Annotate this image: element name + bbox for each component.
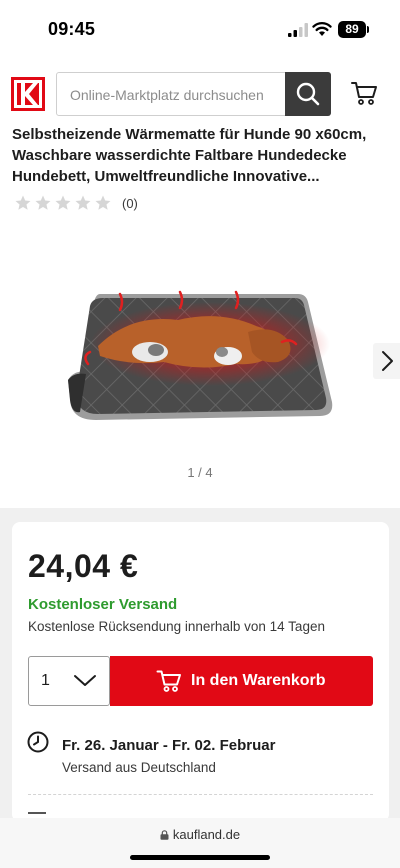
lock-icon	[160, 830, 169, 840]
search-placeholder: Online-Marktplatz durchsuchen	[70, 87, 264, 103]
product-rating[interactable]: (0)	[14, 193, 138, 213]
search-input[interactable]: Online-Marktplatz durchsuchen	[56, 72, 331, 116]
star-icon	[95, 195, 111, 210]
product-image[interactable]	[60, 280, 350, 430]
battery-icon: 89	[338, 21, 366, 38]
star-icon	[55, 195, 71, 210]
buy-box: 24,04 € Kostenloser Versand Kostenlose R…	[12, 522, 389, 822]
site-header: Online-Marktplatz durchsuchen	[0, 60, 400, 124]
browser-url-bar[interactable]: kaufland.de	[0, 818, 400, 868]
cart-icon	[156, 670, 181, 692]
rating-count: (0)	[122, 195, 138, 211]
quantity-value: 1	[41, 672, 50, 689]
status-time: 09:45	[48, 19, 96, 39]
add-to-cart-label: In den Warenkorb	[191, 672, 326, 689]
wifi-icon	[312, 22, 332, 36]
image-pager: 1 / 4	[187, 465, 213, 480]
add-to-cart-button[interactable]: In den Warenkorb	[110, 656, 373, 706]
star-icon	[35, 195, 51, 210]
search-icon	[296, 82, 320, 106]
product-title: Selbstheizende Wärmematte für Hunde 90 x…	[12, 126, 367, 185]
star-icon	[75, 195, 91, 210]
clock-icon	[27, 731, 49, 753]
signal-icon	[288, 23, 308, 37]
delivery-date: Fr. 26. Januar - Fr. 02. Februar	[62, 737, 276, 754]
free-shipping-label: Kostenloser Versand	[28, 596, 178, 613]
url-display[interactable]: kaufland.de	[0, 827, 400, 842]
url-text: kaufland.de	[172, 827, 241, 842]
price: 24,04 €	[28, 548, 139, 584]
free-return-label: Kostenlose Rücksendung innerhalb von 14 …	[28, 619, 325, 634]
divider	[28, 794, 373, 795]
delivery-origin: Versand aus Deutschland	[62, 760, 216, 775]
home-indicator[interactable]	[130, 855, 270, 860]
quantity-select[interactable]: 1	[28, 656, 110, 706]
star-icon	[15, 195, 31, 210]
chevron-down-icon	[74, 675, 96, 686]
cart-icon[interactable]	[350, 80, 378, 106]
battery-tip	[367, 26, 369, 33]
search-button[interactable]	[285, 72, 331, 116]
chevron-right-icon	[382, 351, 393, 371]
status-bar: 09:45 89	[0, 0, 400, 60]
kaufland-logo[interactable]	[11, 77, 45, 111]
next-image-button[interactable]	[373, 343, 400, 379]
